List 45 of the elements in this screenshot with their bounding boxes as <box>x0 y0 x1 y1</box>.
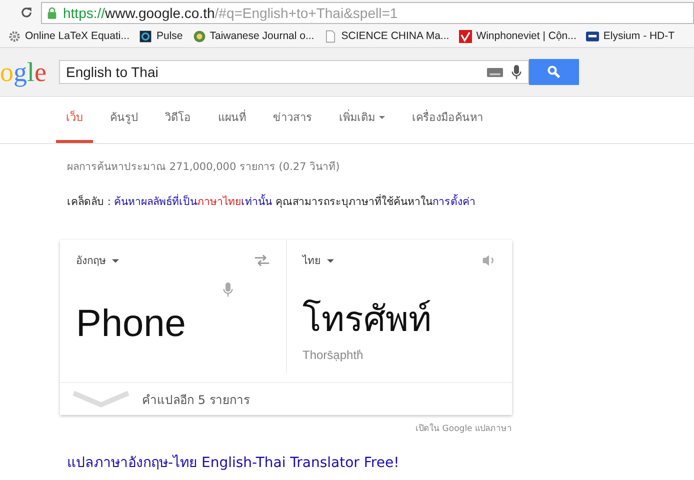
tip-text: เคล็ดลับ : ค้นหาผลลัพธ์ที่เป็นภาษาไทยเท่านั้น คุณสามารถระบุภาษาที่ใช้ค้นหาในการตั้งค่า <box>67 193 477 210</box>
page-icon <box>324 30 338 42</box>
search-tab[interactable]: ข่าวสาร <box>263 97 322 143</box>
bookmark-label[interactable]: Winphoneviet | Cộn... <box>476 30 576 42</box>
more-translations[interactable]: คำแปลอีก 5 รายการ <box>142 390 250 408</box>
bookmark-label[interactable]: Online LaTeX Equati... <box>25 30 130 42</box>
search-tab[interactable]: แผนที่ <box>208 97 256 143</box>
search-tab[interactable]: ค้นรูป <box>100 97 148 143</box>
keyboard-icon[interactable] <box>487 68 503 76</box>
transliteration: Thors̄ạphth̒ <box>302 348 364 362</box>
translation-text: โทรศัพท์ <box>302 298 432 342</box>
circle-icon <box>192 30 206 42</box>
badge-icon <box>586 30 600 42</box>
link[interactable]: การตั้งค่า <box>432 196 476 208</box>
reload-icon[interactable] <box>20 6 33 19</box>
search-tab[interactable]: เพิ่มเติม <box>329 97 395 143</box>
bookmark-label[interactable]: Elysium - HD-T <box>603 30 675 42</box>
caret-icon <box>112 258 119 262</box>
checkmark-icon <box>459 30 472 42</box>
search-icon <box>547 65 561 79</box>
lock-icon <box>47 6 57 18</box>
caret-icon <box>379 116 385 118</box>
search-tab[interactable]: วิดีโอ <box>155 97 201 143</box>
speaker-icon[interactable] <box>482 254 496 267</box>
address-bar[interactable]: https://www.google.co.th/#q=English+to+Thai&spell=1 <box>41 2 694 24</box>
caret-icon <box>326 258 334 262</box>
gear-icon <box>8 30 21 42</box>
open-translate-link[interactable]: เปิดใน Google แปลภาษา <box>416 424 512 434</box>
result-title[interactable]: แปลภาษาอังกฤษ-ไทย English-Thai Translator Free! <box>67 451 694 473</box>
language-dropdown[interactable]: อังกฤษ <box>76 252 119 269</box>
microphone-icon[interactable] <box>511 64 522 80</box>
search-button[interactable] <box>529 59 579 85</box>
ring-icon <box>139 30 152 42</box>
search-tab[interactable]: เครื่องมือค้นหา <box>402 97 493 143</box>
search-tab[interactable]: เว็บ <box>56 97 93 143</box>
link[interactable]: ค้นหาผลลัพธ์ที่เป็นภาษาไทยเท่านั้น <box>114 196 272 208</box>
bookmark-label[interactable]: Taiwanese Journal o... <box>210 30 314 42</box>
search-field[interactable]: English to Thai <box>59 60 529 84</box>
language-dropdown[interactable]: ไทย <box>302 252 334 269</box>
url-text: https://www.google.co.th/#q=English+to+Thai&spell=1 <box>63 4 398 20</box>
swap-icon[interactable] <box>254 255 270 266</box>
source-text[interactable]: Phone <box>76 303 270 346</box>
result-stats: ผลการค้นหาประมาณ 271,000,000 รายการ (0.27 วินาที) <box>67 160 341 175</box>
bookmark-label[interactable]: Pulse <box>156 30 183 42</box>
bookmark-label[interactable]: SCIENCE CHINA Ma... <box>341 30 450 42</box>
